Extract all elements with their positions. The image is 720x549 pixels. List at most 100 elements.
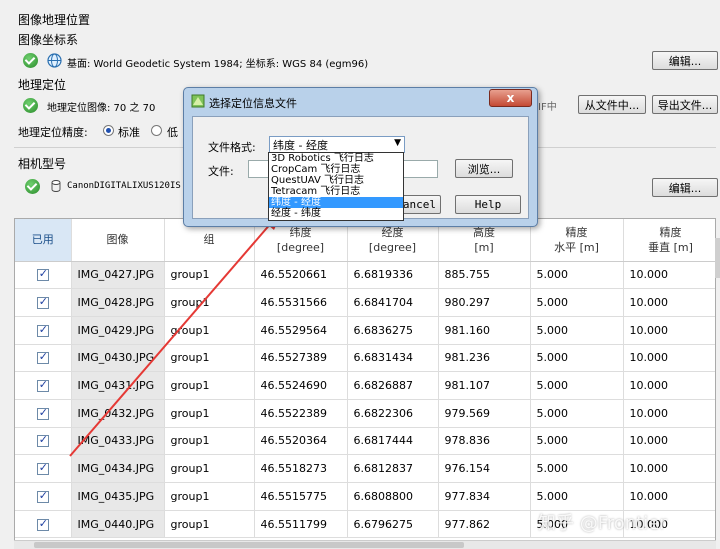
- col-acc-v[interactable]: 精度 垂直 [m]: [623, 219, 715, 262]
- cell-lat: 46.5527389: [254, 344, 348, 373]
- table-row[interactable]: IMG_0429.JPGgroup146.55295646.6836275981…: [15, 316, 715, 345]
- ok-check-icon: [23, 98, 38, 113]
- row-enabled-checkbox[interactable]: [15, 261, 72, 290]
- cell-group: group1: [164, 427, 255, 456]
- cell-acc-h: 5.000: [530, 288, 624, 317]
- cell-group: group1: [164, 482, 255, 511]
- cell-acc-v: 10.000: [623, 482, 715, 511]
- scroll-thumb[interactable]: [34, 542, 464, 548]
- format-option[interactable]: Tetracam 飞行日志: [269, 186, 403, 197]
- row-enabled-checkbox[interactable]: [15, 454, 72, 483]
- row-enabled-checkbox[interactable]: [15, 510, 72, 539]
- cell-lon: 6.6796275: [347, 510, 439, 539]
- cell-alt: 977.862: [438, 510, 531, 539]
- checkbox-checked-icon[interactable]: [36, 295, 49, 310]
- cell-alt: 885.755: [438, 261, 531, 290]
- checkbox-checked-icon[interactable]: [36, 517, 49, 531]
- close-icon[interactable]: x: [489, 89, 532, 107]
- col-image[interactable]: 图像: [71, 219, 165, 262]
- cell-group: group1: [164, 454, 255, 483]
- camera-edit-button[interactable]: 编辑...: [652, 178, 718, 197]
- help-button[interactable]: Help: [455, 195, 521, 214]
- row-enabled-checkbox[interactable]: [15, 288, 72, 317]
- format-option[interactable]: 3D Robotics 飞行日志: [269, 153, 403, 164]
- checkbox-checked-icon[interactable]: [36, 350, 49, 365]
- export-file-button[interactable]: 导出文件...: [652, 95, 718, 114]
- cell-group: group1: [164, 316, 255, 345]
- col-acc-h[interactable]: 精度 水平 [m]: [530, 219, 624, 262]
- cell-acc-h: 5.000: [530, 261, 624, 290]
- cell-lat: 46.5529564: [254, 316, 348, 345]
- row-enabled-checkbox[interactable]: [15, 371, 72, 400]
- cell-group: group1: [164, 261, 255, 290]
- table-row[interactable]: IMG_0428.JPGgroup146.55315666.6841704980…: [15, 288, 715, 317]
- cell-acc-v: 10.000: [623, 399, 715, 428]
- table-row[interactable]: IMG_0433.JPGgroup146.55203646.6817444978…: [15, 427, 715, 456]
- checkbox-checked-icon[interactable]: [36, 433, 49, 448]
- row-enabled-checkbox[interactable]: [15, 399, 72, 428]
- cell-lon: 6.6841704: [347, 288, 439, 317]
- cell-acc-v: 10.000: [623, 371, 715, 400]
- ok-check-icon: [25, 179, 40, 194]
- row-enabled-checkbox[interactable]: [15, 427, 72, 456]
- cell-acc-v: 10.000: [623, 288, 715, 317]
- cell-alt: 977.834: [438, 482, 531, 511]
- cell-lat: 46.5524690: [254, 371, 348, 400]
- checkbox-checked-icon[interactable]: [36, 406, 49, 420]
- table-row[interactable]: IMG_0432.JPGgroup146.55223896.6822306979…: [15, 399, 715, 428]
- cell-acc-v: 10.000: [623, 427, 715, 456]
- dialog-title: 选择定位信息文件: [209, 97, 297, 110]
- table-row[interactable]: IMG_0430.JPGgroup146.55273896.6831434981…: [15, 344, 715, 373]
- cell-alt: 981.236: [438, 344, 531, 373]
- geolocation-title: 地理定位: [18, 78, 67, 92]
- checkbox-checked-icon[interactable]: [36, 378, 49, 393]
- format-dropdown-list: 3D Robotics 飞行日志 CropCam 飞行日志 QuestUAV 飞行日…: [268, 152, 404, 221]
- cell-group: group1: [164, 288, 255, 317]
- row-enabled-checkbox[interactable]: [15, 482, 72, 511]
- geo-group-title: 图像地理位置: [18, 13, 91, 27]
- cell-image: IMG_0428.JPG: [71, 288, 165, 317]
- checkbox-checked-icon[interactable]: [36, 461, 49, 476]
- accuracy-label: 地理定位精度:: [18, 126, 88, 139]
- cell-image: IMG_0427.JPG: [71, 261, 165, 290]
- cell-group: group1: [164, 399, 255, 428]
- cell-image: IMG_0432.JPG: [71, 399, 165, 428]
- table-row[interactable]: IMG_0435.JPGgroup146.55157756.6808800977…: [15, 482, 715, 511]
- globe-icon: [47, 53, 62, 68]
- format-select-value: 纬度 - 经度: [273, 138, 328, 152]
- format-option[interactable]: 经度 - 纬度: [269, 208, 403, 219]
- checkbox-checked-icon[interactable]: [36, 323, 49, 337]
- checkbox-checked-icon[interactable]: [36, 267, 49, 282]
- cell-acc-v: 10.000: [623, 454, 715, 483]
- row-enabled-checkbox[interactable]: [15, 344, 72, 373]
- cell-group: group1: [164, 510, 255, 539]
- table-row[interactable]: IMG_0431.JPGgroup146.55246906.6826887981…: [15, 371, 715, 400]
- table-row[interactable]: IMG_0427.JPGgroup146.55206616.6819336885…: [15, 261, 715, 290]
- cell-alt: 978.836: [438, 427, 531, 456]
- checkbox-checked-icon[interactable]: [36, 489, 49, 503]
- cell-acc-v: 10.000: [623, 344, 715, 373]
- browse-button[interactable]: 浏览...: [455, 159, 513, 178]
- accuracy-low-radio[interactable]: [151, 125, 162, 136]
- row-enabled-checkbox[interactable]: [15, 316, 72, 345]
- accuracy-standard-label: 标准: [118, 126, 140, 139]
- format-option[interactable]: CropCam 飞行日志: [269, 164, 403, 175]
- cell-alt: 979.569: [438, 399, 531, 428]
- table-row[interactable]: IMG_0434.JPGgroup146.55182736.6812837976…: [15, 454, 715, 483]
- ok-check-icon: [23, 53, 38, 68]
- cell-alt: 981.160: [438, 316, 531, 345]
- col-enabled[interactable]: 已用: [15, 219, 72, 262]
- accuracy-standard-radio[interactable]: [103, 125, 114, 136]
- file-label: 文件:: [208, 165, 234, 178]
- format-option[interactable]: 纬度 - 经度: [269, 197, 403, 208]
- format-select[interactable]: 纬度 - 经度 ▼: [269, 136, 405, 153]
- cell-acc-h: 5.000: [530, 454, 624, 483]
- from-file-button[interactable]: 从文件中...: [578, 95, 646, 114]
- cell-group: group1: [164, 344, 255, 373]
- camera-text: CanonDIGITALIXUS120IS: [67, 181, 181, 191]
- format-option[interactable]: QuestUAV 飞行日志: [269, 175, 403, 186]
- vertical-scrollbar[interactable]: [715, 238, 720, 278]
- cell-lon: 6.6826887: [347, 371, 439, 400]
- coord-edit-button[interactable]: 编辑...: [652, 51, 718, 70]
- horizontal-scrollbar[interactable]: [14, 540, 716, 549]
